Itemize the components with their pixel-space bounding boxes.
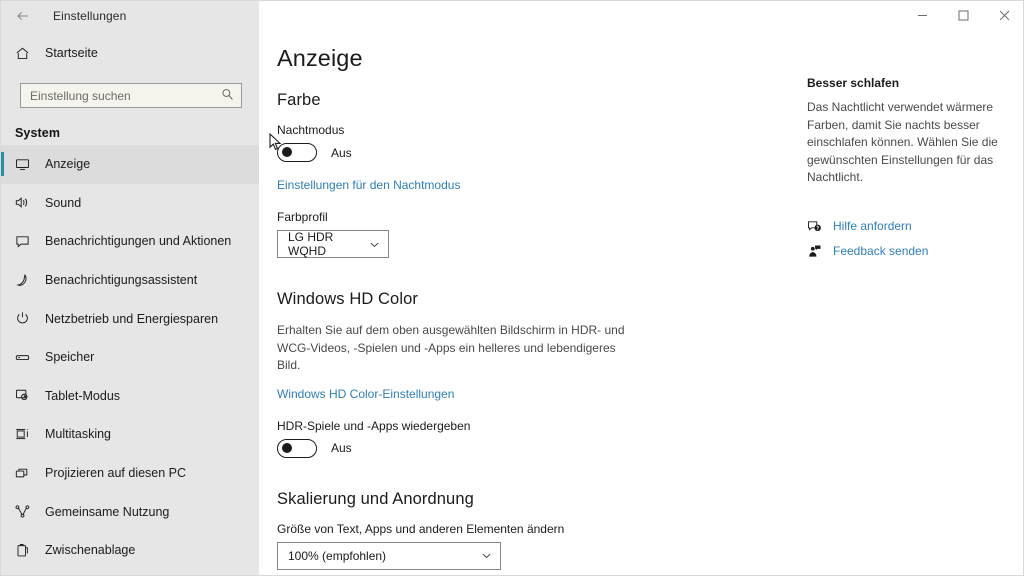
sidebar-item-label: Sound — [45, 195, 82, 210]
titlebar: Einstellungen — [1, 1, 1023, 30]
sidebar-item-label: Speicher — [45, 350, 95, 365]
section-heading-skalierung: Skalierung und Anordnung — [277, 489, 474, 508]
feedback-link-row[interactable]: Feedback senden — [807, 244, 1009, 259]
moon-icon — [15, 273, 41, 288]
share-icon — [15, 504, 41, 519]
project-screen-icon — [15, 466, 41, 481]
window-title: Einstellungen — [53, 8, 127, 23]
section-heading-hd-color: Windows HD Color — [277, 290, 418, 308]
sidebar-item-home-label: Startseite — [45, 46, 98, 60]
sidebar-item-home[interactable]: Startseite — [1, 34, 259, 72]
titlebar-left-region: Einstellungen — [1, 1, 259, 30]
sidebar-item-label: Projizieren auf diesen PC — [45, 466, 187, 481]
content-area: Anzeige Farbe Nachtmodus Aus Einstellung… — [259, 30, 1023, 575]
scale-value: 100% (empfohlen) — [288, 548, 387, 563]
main-column: Anzeige Farbe Nachtmodus Aus Einstellung… — [259, 30, 789, 575]
window-controls — [259, 1, 1023, 30]
scale-label: Größe von Text, Apps und anderen Element… — [277, 521, 565, 536]
search-box[interactable] — [20, 83, 242, 108]
aside-text: Das Nachtlicht verwendet wärmere Farben,… — [807, 100, 998, 184]
sidebar-item-anzeige[interactable]: Anzeige — [1, 145, 259, 184]
sidebar-item-benachrichtigungen[interactable]: Benachrichtigungen und Aktionen — [1, 222, 259, 261]
help-link-row[interactable]: Hilfe anfordern — [807, 219, 1009, 234]
sidebar: Startseite System Anzeige — [1, 30, 259, 575]
minimize-button[interactable] — [902, 1, 943, 30]
chevron-down-icon — [481, 550, 492, 561]
multitasking-icon — [15, 427, 41, 442]
help-question-icon — [807, 219, 833, 234]
hdr-toggle-state: Aus — [331, 441, 352, 455]
color-profile-value: LG HDR WQHD — [288, 230, 334, 258]
aside-title: Besser schlafen — [807, 76, 900, 90]
feedback-link[interactable]: Feedback senden — [833, 244, 928, 258]
hdr-toggle-row: Aus — [277, 438, 789, 458]
hd-color-settings-link[interactable]: Windows HD Color-Einstellungen — [277, 387, 454, 401]
help-link[interactable]: Hilfe anfordern — [833, 219, 912, 233]
settings-window: Einstellungen Startseite Einstellung suc… — [0, 0, 1024, 576]
sidebar-item-sound[interactable]: Sound — [1, 184, 259, 223]
sidebar-section-title: System — [15, 126, 61, 140]
night-mode-label: Nachtmodus — [277, 123, 345, 137]
search-input[interactable] — [21, 84, 241, 107]
night-mode-toggle[interactable] — [277, 143, 317, 162]
sidebar-item-multitasking[interactable]: Multitasking — [1, 415, 259, 454]
sidebar-item-tablet-modus[interactable]: Tablet-Modus — [1, 377, 259, 416]
sidebar-item-label: Gemeinsame Nutzung — [45, 504, 170, 519]
night-mode-settings-link[interactable]: Einstellungen für den Nachtmodus — [277, 178, 460, 192]
hdr-toggle[interactable] — [277, 438, 317, 458]
scale-select[interactable]: 100% (empfohlen) — [277, 541, 501, 570]
sidebar-item-gemeinsame-nutzung[interactable]: Gemeinsame Nutzung — [1, 492, 259, 531]
sidebar-item-netzbetrieb[interactable]: Netzbetrieb und Energiesparen — [1, 299, 259, 338]
chat-bubble-icon — [15, 234, 41, 249]
sidebar-item-label: Multitasking — [45, 427, 111, 442]
sidebar-item-benachrichtigungsassistent[interactable]: Benachrichtigungsassistent — [1, 261, 259, 300]
sidebar-item-speicher[interactable]: Speicher — [1, 338, 259, 377]
chevron-down-icon — [369, 239, 380, 250]
feedback-person-icon — [807, 244, 833, 259]
aside-panel: Besser schlafen Das Nachtlicht verwendet… — [807, 30, 1023, 269]
search-icon[interactable] — [221, 88, 234, 106]
night-mode-toggle-state: Aus — [331, 145, 352, 160]
sidebar-item-label: Netzbetrieb und Energiesparen — [45, 311, 219, 326]
sidebar-item-label: Benachrichtigungsassistent — [45, 273, 198, 288]
sidebar-item-label: Anzeige — [45, 157, 91, 172]
page-title: Anzeige — [277, 45, 363, 71]
home-icon — [15, 46, 41, 61]
clipboard-icon — [15, 543, 41, 558]
toggle-knob — [282, 147, 292, 158]
color-profile-select[interactable]: LG HDR WQHD — [277, 230, 389, 258]
hd-color-description: Erhalten Sie auf dem oben ausgewählten B… — [277, 323, 625, 372]
section-heading-farbe: Farbe — [277, 91, 321, 109]
tablet-hand-icon — [15, 388, 41, 403]
color-profile-label: Farbprofil — [277, 210, 328, 224]
search-container — [20, 83, 242, 108]
speaker-icon — [15, 195, 41, 210]
sidebar-item-label: Zwischenablage — [45, 543, 136, 558]
sidebar-item-label: Tablet-Modus — [45, 388, 121, 403]
back-arrow-icon[interactable] — [1, 1, 45, 30]
sidebar-item-projizieren[interactable]: Projizieren auf diesen PC — [1, 454, 259, 493]
maximize-button[interactable] — [943, 1, 984, 30]
storage-icon — [15, 350, 41, 365]
toggle-knob — [282, 442, 292, 453]
night-mode-toggle-row: Aus — [277, 143, 789, 162]
sidebar-item-zwischenablage[interactable]: Zwischenablage — [1, 531, 259, 570]
power-icon — [15, 311, 41, 326]
monitor-icon — [15, 157, 41, 172]
sidebar-item-label: Benachrichtigungen und Aktionen — [45, 234, 232, 249]
hdr-toggle-label: HDR-Spiele und -Apps wiedergeben — [277, 418, 471, 433]
close-icon[interactable] — [984, 1, 1023, 30]
